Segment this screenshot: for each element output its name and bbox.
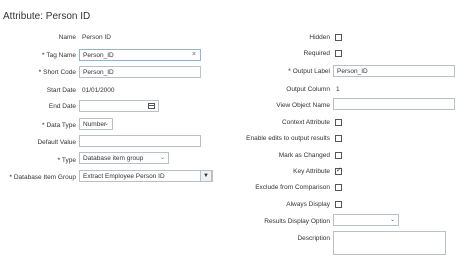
mark-changed-checkbox[interactable] (335, 152, 342, 159)
output-column-value: 1 (336, 86, 340, 93)
view-object-name-label: View Object Name (276, 102, 330, 109)
context-attribute-label: Context Attribute (281, 119, 330, 126)
always-display-label: Always Display (286, 201, 330, 208)
mark-changed-label: Mark as Changed (278, 152, 330, 159)
results-display-option-select[interactable]: ⌄ (333, 214, 399, 226)
description-label: Description (297, 235, 330, 242)
required-icon: * (42, 53, 45, 59)
dropdown-button[interactable]: ▼ (200, 170, 212, 182)
start-date-value: 01/01/2000 (82, 87, 115, 94)
chevron-down-icon: ⌄ (159, 155, 165, 161)
end-date-label: End Date (48, 103, 76, 110)
db-item-group-label: * Database Item Group (9, 174, 77, 181)
type-text: Database item group (83, 155, 144, 162)
description-textarea[interactable] (333, 231, 446, 255)
view-object-name-field[interactable] (333, 98, 455, 110)
output-column-label: Output Column (286, 86, 330, 93)
checkmark-icon: ✓ (336, 167, 342, 174)
db-item-group-select[interactable]: Extract Employee Person ID ▼ (79, 170, 213, 182)
short-code-text: Person_ID (83, 69, 114, 76)
end-date-field[interactable] (79, 100, 159, 112)
exclude-comparison-label: Exclude from Comparison (255, 184, 330, 191)
start-date-label: Start Date (46, 87, 76, 94)
tag-name-label: * Tag Name (42, 52, 76, 59)
enable-edits-label: Enable edits to output results (246, 135, 330, 142)
required-icon: * (57, 158, 60, 164)
key-attribute-label: Key Attribute (293, 168, 330, 175)
page-title: Attribute: Person ID (3, 11, 91, 22)
required-icon: * (9, 175, 12, 181)
data-type-label: * Data Type (42, 122, 76, 129)
data-type-text: Number (83, 121, 107, 128)
required-checkbox[interactable] (335, 50, 342, 57)
enable-edits-checkbox[interactable] (335, 135, 342, 142)
chevron-down-icon: ⌄ (103, 121, 109, 127)
output-label-field[interactable]: Person_ID (333, 65, 455, 77)
type-label: * Type (57, 157, 76, 164)
output-label-text: Person_ID (337, 68, 368, 75)
short-code-field[interactable]: Person_ID (79, 66, 201, 78)
db-item-group-text: Extract Employee Person ID (83, 173, 165, 180)
hidden-label: Hidden (309, 34, 330, 41)
chevron-down-icon: ⌄ (389, 217, 395, 223)
calendar-icon[interactable] (148, 103, 155, 109)
default-value-label: Default Value (37, 139, 76, 146)
short-code-label: * Short Code (38, 69, 76, 76)
exclude-comparison-checkbox[interactable] (335, 184, 342, 191)
key-attribute-checkbox[interactable]: ✓ (335, 167, 342, 175)
default-value-field[interactable] (79, 135, 201, 147)
data-type-select[interactable]: Number ⌄ (79, 118, 113, 130)
required-icon: * (288, 69, 291, 75)
required-icon: * (42, 123, 45, 129)
output-label-label: * Output Label (288, 68, 330, 75)
always-display-checkbox[interactable] (335, 201, 342, 208)
type-select[interactable]: Database item group ⌄ (79, 152, 169, 164)
chevron-down-icon: ▼ (203, 173, 209, 179)
context-attribute-checkbox[interactable] (335, 119, 342, 126)
name-label: Name (58, 34, 76, 41)
clear-x-icon[interactable]: × (192, 51, 196, 58)
required-label: Required (303, 50, 330, 57)
results-display-option-label: Results Display Option (264, 218, 330, 225)
hidden-checkbox[interactable] (335, 34, 342, 41)
tag-name-text: Person_ID (83, 52, 114, 59)
required-icon: * (38, 70, 42, 76)
tag-name-field[interactable]: Person_ID × (79, 49, 201, 61)
name-value: Person ID (82, 34, 111, 41)
